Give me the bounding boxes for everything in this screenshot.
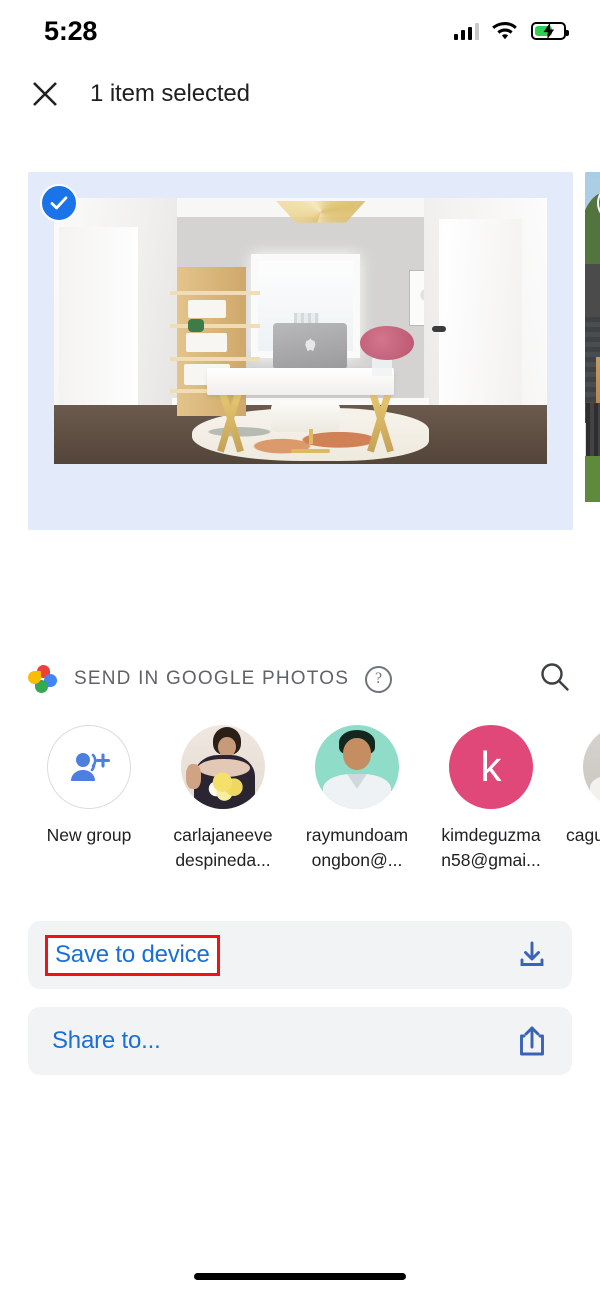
close-button[interactable] — [28, 77, 62, 111]
home-indicator-bar — [194, 1273, 406, 1280]
chair-decor — [270, 402, 340, 433]
app-bar: 1 item selected — [0, 62, 600, 126]
download-button[interactable] — [516, 939, 548, 971]
contact-name: raymundoam ongbon@... — [305, 825, 409, 870]
action-buttons: Save to device Share to... — [0, 921, 600, 1075]
contact-name: caguia 09@g... — [566, 825, 600, 845]
close-icon — [33, 82, 57, 106]
search-button[interactable] — [538, 660, 572, 699]
contact-name: kimdeguzma n58@gmai... — [441, 825, 541, 870]
laptop-decor — [273, 323, 348, 369]
avatar-initial: k — [449, 725, 533, 809]
share-to-label: Share to... — [52, 1027, 161, 1054]
charging-bolt-icon — [543, 22, 554, 40]
photo-card-selected[interactable] — [28, 172, 573, 530]
contact-name: carlajaneeve despineda... — [173, 825, 273, 870]
save-to-device-button[interactable]: Save to device — [28, 921, 572, 989]
check-circle-icon[interactable] — [40, 184, 78, 222]
page-title: 1 item selected — [90, 80, 250, 107]
send-section-label: SEND IN GOOGLE PHOTOS — [74, 668, 350, 689]
person-plus-glyph — [71, 753, 110, 781]
selected-photos-strip[interactable] — [0, 172, 600, 530]
contacts-row[interactable]: New group carlajaneeve despineda... raym… — [0, 725, 600, 873]
contact-carlajaneeve[interactable]: carlajaneeve despineda... — [156, 725, 290, 873]
search-icon — [541, 662, 569, 691]
avatar — [583, 725, 600, 809]
contact-new-group[interactable]: New group — [22, 725, 156, 873]
status-bar-clock: 5:28 — [44, 15, 98, 46]
photo-card-unselected[interactable] — [585, 172, 600, 530]
help-circle-icon[interactable]: ? — [365, 665, 393, 693]
save-to-device-label: Save to device — [45, 934, 220, 976]
battery-charging-icon — [531, 22, 569, 40]
avatar — [181, 725, 265, 809]
download-icon — [520, 941, 544, 966]
photo-thumbnail-home-office — [54, 198, 547, 496]
house-exterior-image — [585, 172, 600, 502]
home-office-image — [54, 198, 547, 464]
desk-decor — [206, 368, 395, 395]
wifi-icon — [492, 21, 517, 39]
flowers-decor — [359, 325, 414, 361]
send-in-google-photos-header: SEND IN GOOGLE PHOTOS ? — [0, 656, 600, 702]
status-bar-indicators — [453, 21, 569, 41]
checkmark-glyph — [50, 196, 68, 210]
share-icon — [520, 1026, 544, 1056]
status-bar: 5:28 — [0, 0, 600, 62]
share-to-button[interactable]: Share to... — [28, 1007, 572, 1075]
contact-kimdeguzman[interactable]: k kimdeguzma n58@gmai... — [424, 725, 558, 873]
avatar — [315, 725, 399, 809]
contact-name: New group — [46, 825, 132, 845]
add-group-icon — [47, 725, 131, 809]
google-photos-logo-icon — [28, 664, 58, 694]
photo-thumbnail-house — [585, 172, 600, 530]
share-button[interactable] — [516, 1024, 548, 1058]
contact-caguia[interactable]: caguia 09@g... — [558, 725, 600, 873]
contact-raymundoamongbon[interactable]: raymundoam ongbon@... — [290, 725, 424, 873]
cellular-signal-icon — [453, 22, 479, 40]
